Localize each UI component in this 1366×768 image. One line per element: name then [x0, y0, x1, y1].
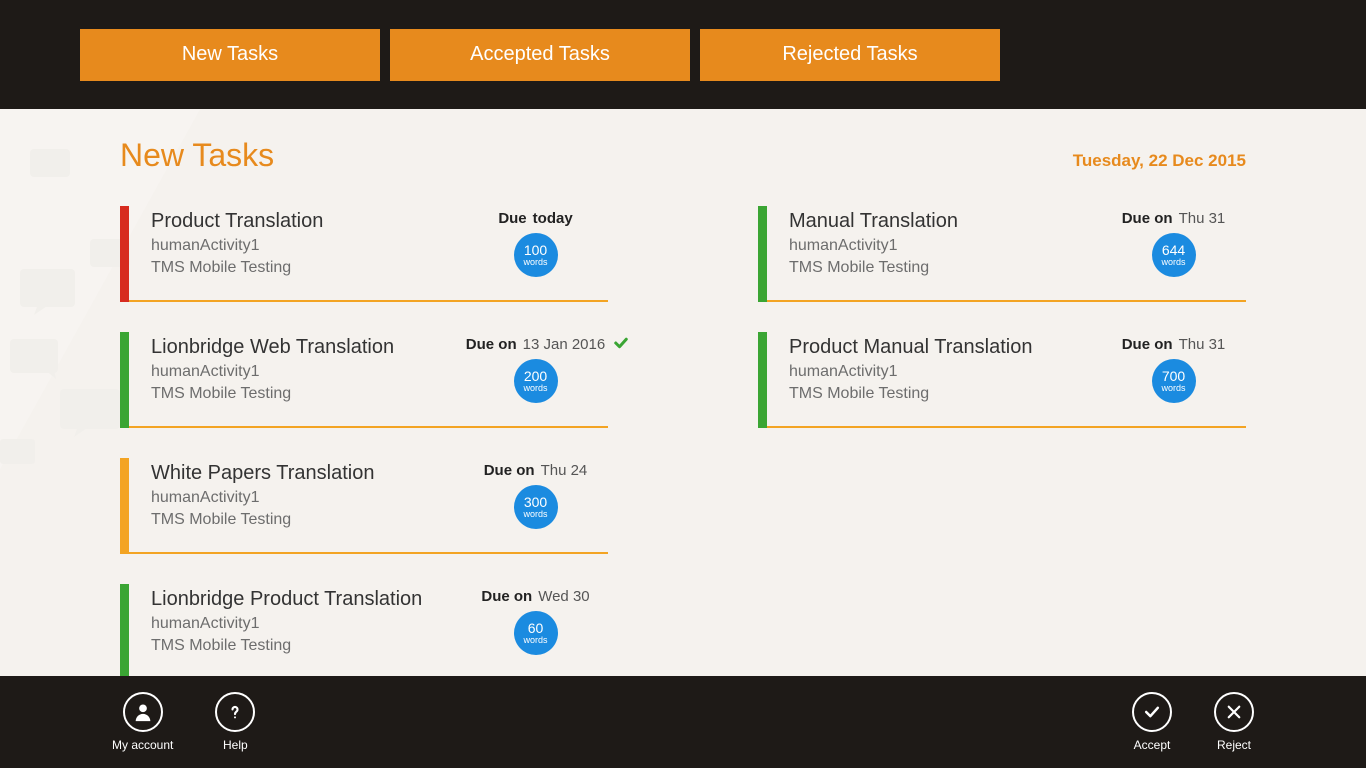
due-date: 13 Jan 2016 — [523, 336, 606, 353]
task-meta: Due today 100words — [463, 210, 608, 277]
word-count-badge: 300words — [514, 485, 558, 529]
due-date: Thu 31 — [1179, 210, 1226, 227]
task-activity: humanActivity1 — [151, 235, 463, 257]
check-icon — [612, 334, 630, 357]
word-label: words — [523, 636, 547, 645]
task-project: TMS Mobile Testing — [151, 257, 463, 279]
task-title: White Papers Translation — [151, 462, 463, 485]
tab-rejected-tasks[interactable]: Rejected Tasks — [700, 29, 1000, 81]
word-count: 300 — [524, 495, 547, 509]
due-prefix: Due on — [484, 462, 535, 479]
content-area: New Tasks Tuesday, 22 Dec 2015 Product T… — [0, 109, 1366, 676]
task-meta: Due on Thu 31 644words — [1101, 210, 1246, 277]
due-prefix: Due on — [1122, 210, 1173, 227]
task-meta: Due on 13 Jan 2016 200words — [463, 336, 608, 403]
task-project: TMS Mobile Testing — [151, 383, 463, 405]
task-title: Lionbridge Product Translation — [151, 588, 463, 611]
word-count-badge: 700words — [1152, 359, 1196, 403]
due-prefix: Due on — [1122, 336, 1173, 353]
my-account-button[interactable]: My account — [112, 692, 173, 752]
word-label: words — [1161, 384, 1185, 393]
word-count-badge: 200words — [514, 359, 558, 403]
task-column-left: Product TranslationhumanActivity1TMS Mob… — [120, 206, 608, 676]
word-count: 100 — [524, 243, 547, 257]
task-body: Lionbridge Web TranslationhumanActivity1… — [129, 332, 608, 428]
task-card[interactable]: Product Manual TranslationhumanActivity1… — [758, 332, 1246, 428]
task-card[interactable]: Product TranslationhumanActivity1TMS Mob… — [120, 206, 608, 302]
task-activity: humanActivity1 — [151, 361, 463, 383]
task-title: Product Manual Translation — [789, 336, 1101, 359]
due-date: Wed 30 — [538, 588, 589, 605]
bottom-app-bar: My account Help Accept Reject — [0, 676, 1366, 768]
due-prefix: Due on — [466, 336, 517, 353]
task-title: Manual Translation — [789, 210, 1101, 233]
task-activity: humanActivity1 — [789, 361, 1101, 383]
tab-new-tasks[interactable]: New Tasks — [80, 29, 380, 81]
priority-stripe — [120, 458, 129, 554]
priority-stripe — [120, 332, 129, 428]
task-column-right: Manual TranslationhumanActivity1TMS Mobi… — [758, 206, 1246, 676]
due-date: Thu 31 — [1179, 336, 1226, 353]
word-count: 700 — [1162, 369, 1185, 383]
help-icon — [215, 692, 255, 732]
word-count-badge: 100words — [514, 233, 558, 277]
word-label: words — [1161, 258, 1185, 267]
account-icon — [123, 692, 163, 732]
task-body: Lionbridge Product TranslationhumanActiv… — [129, 584, 608, 676]
task-card[interactable]: Manual TranslationhumanActivity1TMS Mobi… — [758, 206, 1246, 302]
current-date: Tuesday, 22 Dec 2015 — [1073, 151, 1246, 171]
word-count-badge: 644words — [1152, 233, 1196, 277]
reject-icon — [1214, 692, 1254, 732]
tab-accepted-tasks[interactable]: Accepted Tasks — [390, 29, 690, 81]
task-project: TMS Mobile Testing — [789, 383, 1101, 405]
word-count: 60 — [528, 621, 544, 635]
my-account-label: My account — [112, 738, 173, 752]
priority-stripe — [120, 206, 129, 302]
task-card[interactable]: Lionbridge Web TranslationhumanActivity1… — [120, 332, 608, 428]
help-label: Help — [223, 738, 248, 752]
due-prefix: Due — [498, 210, 526, 227]
task-project: TMS Mobile Testing — [151, 635, 463, 657]
task-body: Product Manual TranslationhumanActivity1… — [767, 332, 1246, 428]
task-meta: Due on Thu 24 300words — [463, 462, 608, 529]
task-meta: Due on Wed 30 60words — [463, 588, 608, 655]
reject-button[interactable]: Reject — [1214, 692, 1254, 752]
word-count: 200 — [524, 369, 547, 383]
task-title: Product Translation — [151, 210, 463, 233]
help-button[interactable]: Help — [215, 692, 255, 752]
priority-stripe — [758, 206, 767, 302]
page-title: New Tasks — [120, 137, 274, 174]
priority-stripe — [120, 584, 129, 676]
due-date: Thu 24 — [541, 462, 588, 479]
word-label: words — [523, 258, 547, 267]
task-activity: humanActivity1 — [789, 235, 1101, 257]
word-count: 644 — [1162, 243, 1185, 257]
word-label: words — [523, 384, 547, 393]
top-tab-bar: New Tasks Accepted Tasks Rejected Tasks — [0, 0, 1366, 109]
accept-icon — [1132, 692, 1172, 732]
task-activity: humanActivity1 — [151, 487, 463, 509]
task-card[interactable]: White Papers TranslationhumanActivity1TM… — [120, 458, 608, 554]
reject-label: Reject — [1217, 738, 1251, 752]
due-date: today — [533, 210, 573, 227]
task-body: Product TranslationhumanActivity1TMS Mob… — [129, 206, 608, 302]
task-activity: humanActivity1 — [151, 613, 463, 635]
accept-button[interactable]: Accept — [1132, 692, 1172, 752]
task-project: TMS Mobile Testing — [789, 257, 1101, 279]
word-count-badge: 60words — [514, 611, 558, 655]
task-body: White Papers TranslationhumanActivity1TM… — [129, 458, 608, 554]
task-meta: Due on Thu 31 700words — [1101, 336, 1246, 403]
task-title: Lionbridge Web Translation — [151, 336, 463, 359]
due-prefix: Due on — [481, 588, 532, 605]
task-card[interactable]: Lionbridge Product TranslationhumanActiv… — [120, 584, 608, 676]
word-label: words — [523, 510, 547, 519]
priority-stripe — [758, 332, 767, 428]
task-body: Manual TranslationhumanActivity1TMS Mobi… — [767, 206, 1246, 302]
task-project: TMS Mobile Testing — [151, 509, 463, 531]
accept-label: Accept — [1134, 738, 1171, 752]
